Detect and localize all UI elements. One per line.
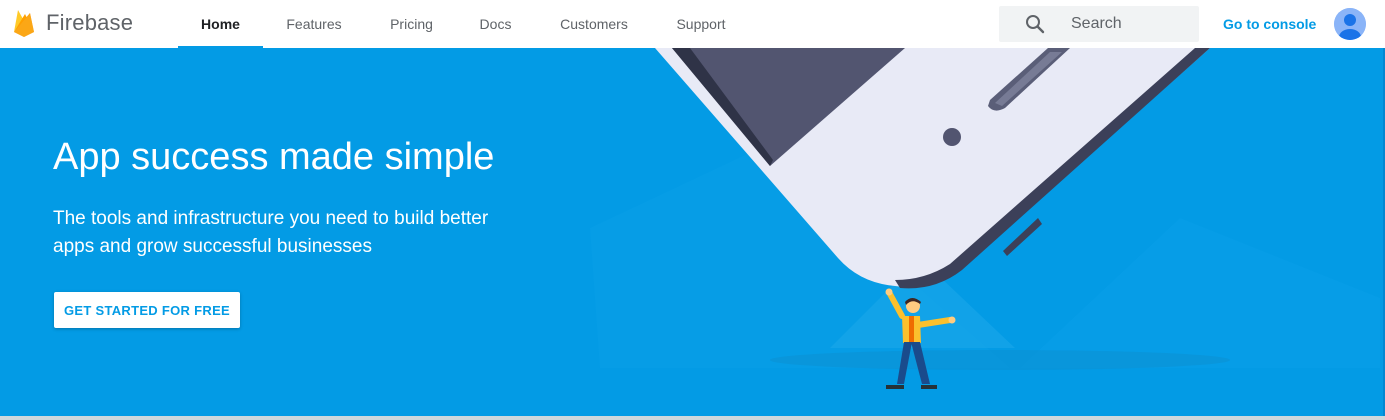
search-box[interactable] <box>999 6 1199 42</box>
main-nav: Home Features Pricing Docs Customers Sup… <box>178 0 747 48</box>
user-avatar-icon[interactable] <box>1334 8 1366 40</box>
search-input[interactable] <box>1071 15 1191 33</box>
nav-item-docs[interactable]: Docs <box>458 0 533 48</box>
nav-item-customers[interactable]: Customers <box>533 0 655 48</box>
brand-logo-link[interactable]: Firebase <box>12 8 133 38</box>
search-icon[interactable] <box>1025 14 1045 34</box>
nav-item-home[interactable]: Home <box>178 0 263 48</box>
get-started-button[interactable]: GET STARTED FOR FREE <box>54 292 240 328</box>
section-divider <box>0 416 1385 420</box>
go-to-console-link[interactable]: Go to console <box>1223 16 1316 32</box>
nav-item-support[interactable]: Support <box>655 0 747 48</box>
firebase-flame-icon <box>12 8 36 38</box>
hero-section: App success made simple The tools and in… <box>0 48 1385 416</box>
hero-subtitle: The tools and infrastructure you need to… <box>53 208 489 257</box>
nav-item-features[interactable]: Features <box>263 0 365 48</box>
brand-name: Firebase <box>46 10 134 35</box>
top-navigation-bar: Firebase Home Features Pricing Docs Cust… <box>0 0 1385 48</box>
nav-item-pricing[interactable]: Pricing <box>365 0 458 48</box>
hero-title: App success made simple <box>53 136 495 178</box>
